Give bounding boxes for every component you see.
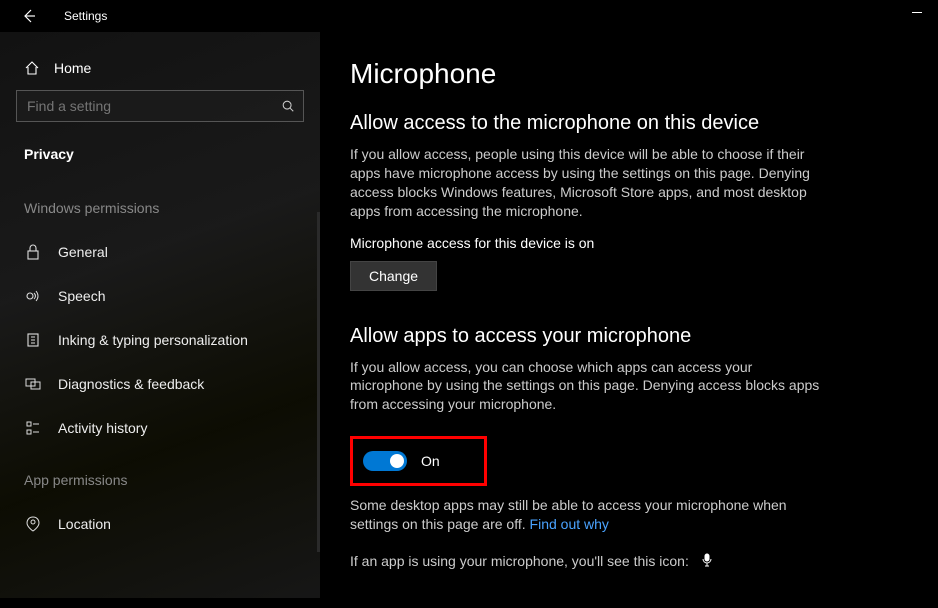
home-icon: [24, 60, 40, 76]
sidebar: Home Privacy Windows permissions General: [0, 32, 320, 608]
apps-access-toggle[interactable]: [363, 451, 407, 471]
page-title: Microphone: [350, 58, 918, 90]
main-content: Microphone Allow access to the microphon…: [320, 32, 938, 608]
minimize-icon[interactable]: [912, 12, 922, 13]
section-heading-device-access: Allow access to the microphone on this d…: [350, 112, 918, 135]
sidebar-item-label: General: [58, 244, 108, 260]
sidebar-item-diagnostics[interactable]: Diagnostics & feedback: [16, 362, 304, 406]
search-icon: [281, 99, 295, 113]
history-icon: [24, 420, 42, 436]
feedback-icon: [24, 376, 42, 392]
location-icon: [24, 516, 42, 532]
toggle-knob: [390, 454, 404, 468]
sidebar-item-label: Diagnostics & feedback: [58, 376, 204, 392]
desktop-apps-note: Some desktop apps may still be able to a…: [350, 496, 820, 534]
titlebar: Settings: [0, 0, 938, 32]
section-body-apps-access: If you allow access, you can choose whic…: [350, 358, 820, 415]
sidebar-home-label: Home: [54, 60, 91, 76]
sidebar-category: Privacy: [16, 140, 304, 192]
section-heading-apps-access: Allow apps to access your microphone: [350, 325, 918, 348]
lock-icon: [24, 244, 42, 260]
change-button[interactable]: Change: [350, 261, 437, 291]
window-title: Settings: [64, 9, 107, 23]
speech-icon: [24, 288, 42, 304]
sidebar-section-windows: Windows permissions: [16, 192, 304, 230]
sidebar-item-label: Location: [58, 516, 111, 532]
toggle-label: On: [421, 453, 440, 469]
back-arrow-icon[interactable]: [20, 7, 38, 25]
sidebar-item-label: Inking & typing personalization: [58, 332, 248, 348]
search-input-wrapper[interactable]: [16, 90, 304, 122]
sidebar-item-general[interactable]: General: [16, 230, 304, 274]
inking-icon: [24, 332, 42, 348]
highlight-box: On: [350, 436, 487, 486]
find-out-why-link[interactable]: Find out why: [530, 516, 609, 532]
sidebar-item-activity[interactable]: Activity history: [16, 406, 304, 450]
sidebar-item-label: Activity history: [58, 420, 147, 436]
microphone-icon: [697, 554, 713, 570]
section-body-device-access: If you allow access, people using this d…: [350, 145, 820, 221]
sidebar-section-app: App permissions: [16, 450, 304, 502]
sidebar-scrollbar[interactable]: [317, 212, 320, 552]
sidebar-item-location[interactable]: Location: [16, 502, 304, 546]
usage-indicator-line: If an app is using your microphone, you'…: [350, 552, 820, 572]
usage-text: If an app is using your microphone, you'…: [350, 553, 689, 569]
sidebar-item-inking[interactable]: Inking & typing personalization: [16, 318, 304, 362]
mic-access-status: Microphone access for this device is on: [350, 235, 918, 251]
sidebar-item-label: Speech: [58, 288, 105, 304]
search-input[interactable]: [27, 98, 267, 114]
sidebar-item-speech[interactable]: Speech: [16, 274, 304, 318]
sidebar-home[interactable]: Home: [16, 56, 304, 90]
